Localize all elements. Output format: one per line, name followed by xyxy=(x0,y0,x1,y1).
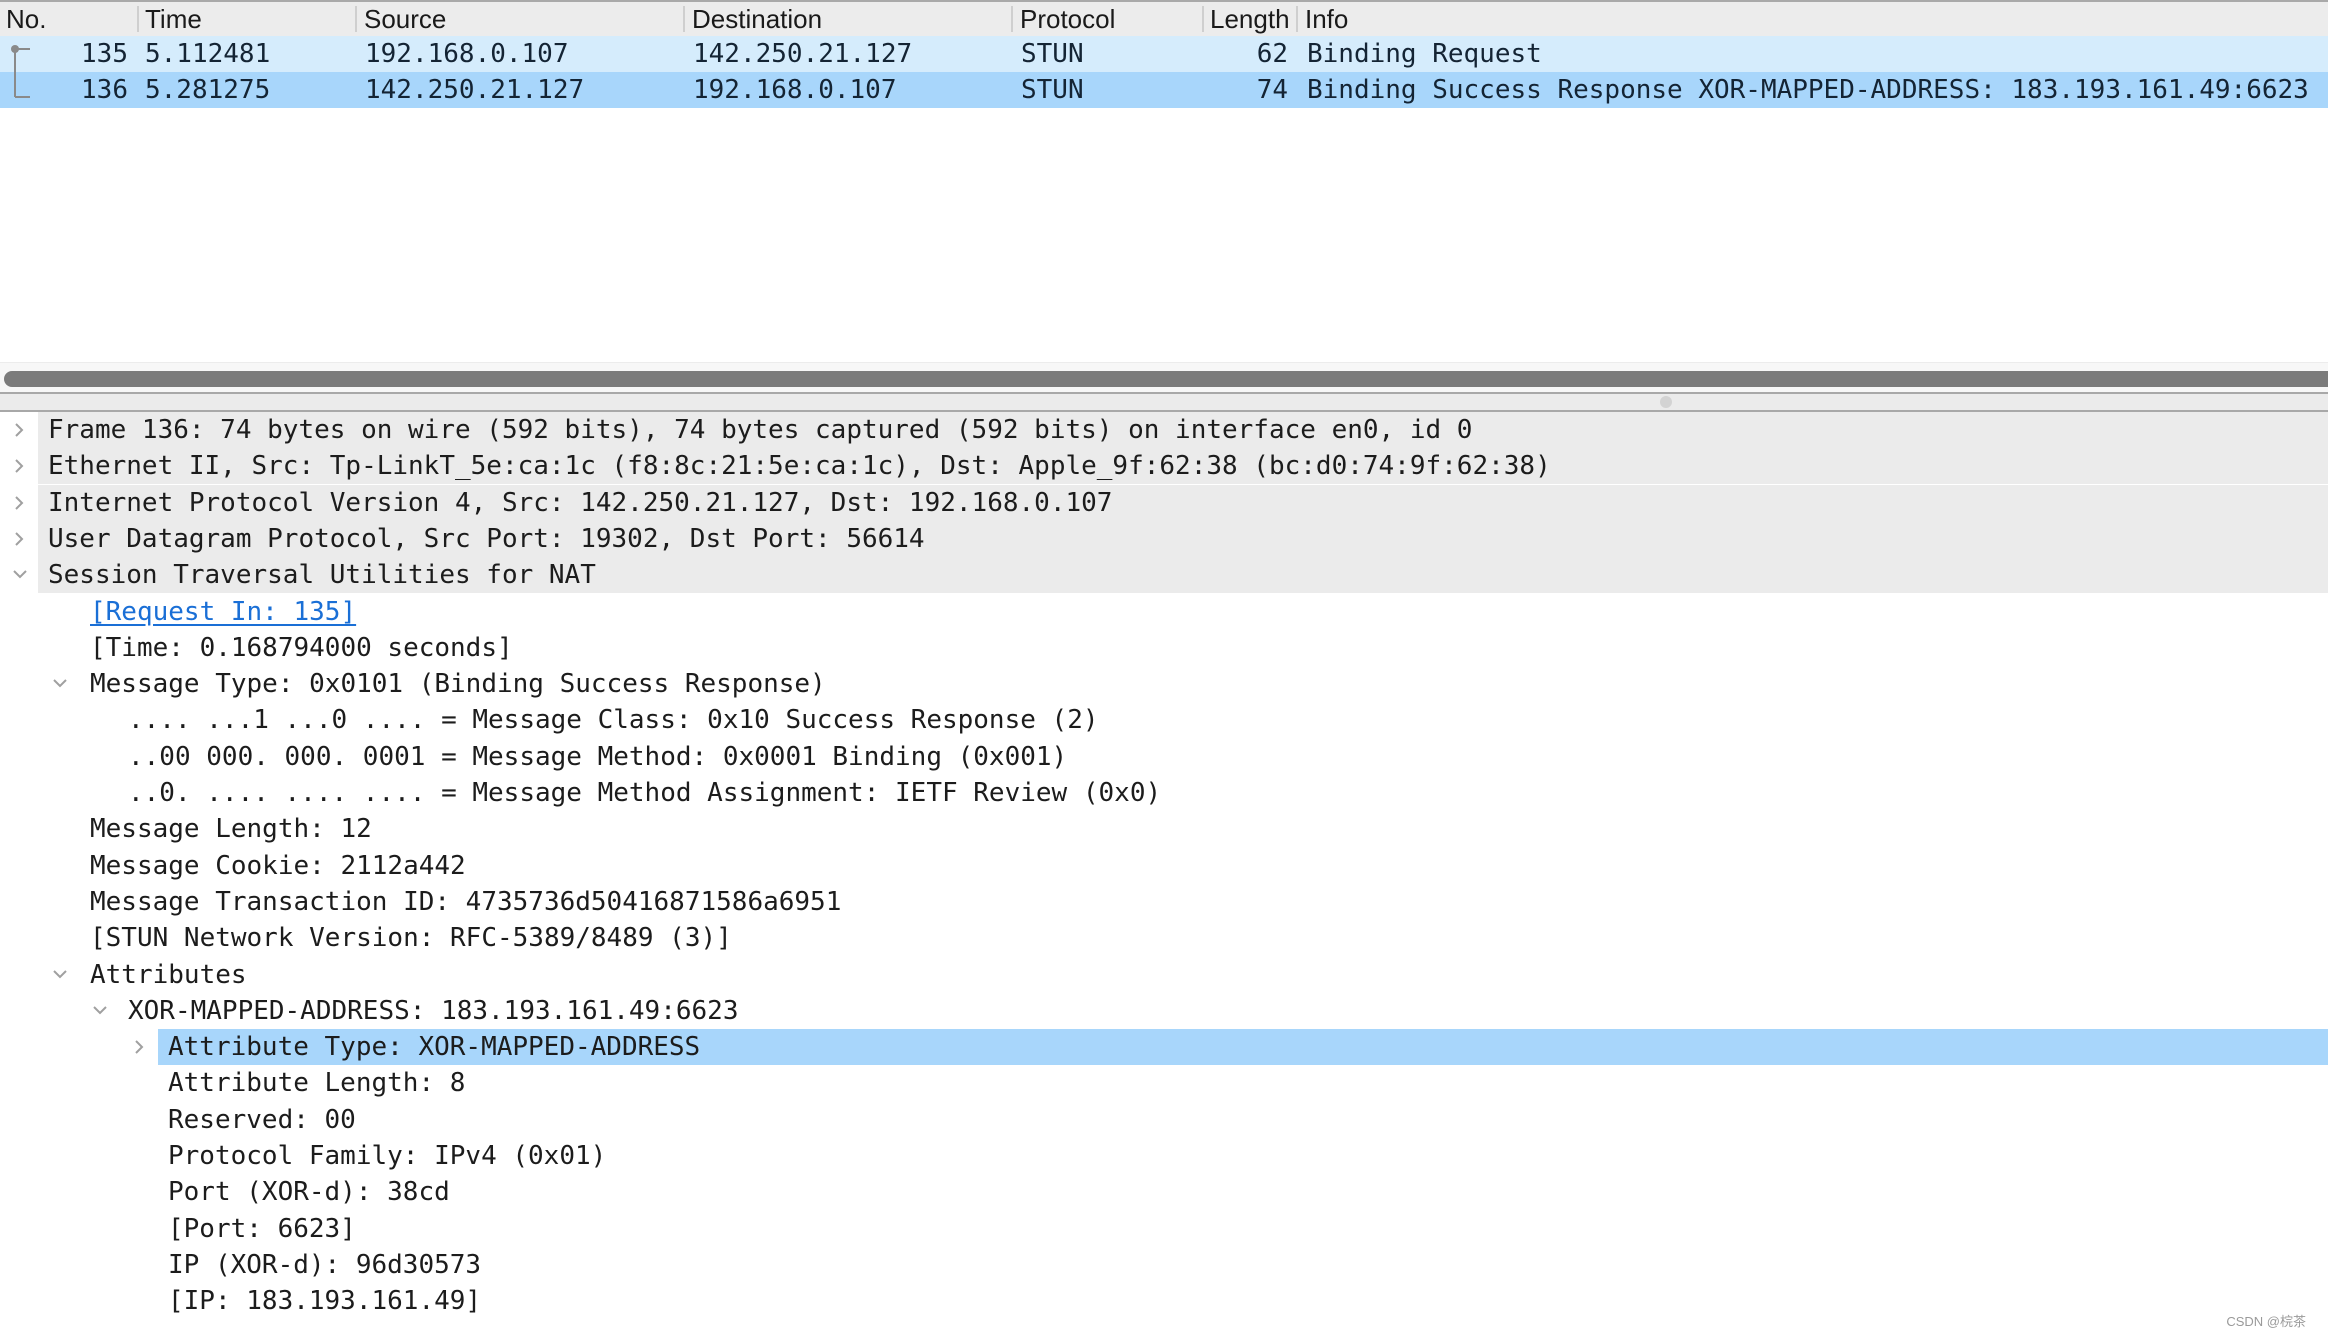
chevron-right-icon[interactable] xyxy=(128,1029,152,1065)
chevron-right-icon[interactable] xyxy=(8,448,32,484)
tree-item[interactable]: Internet Protocol Version 4, Src: 142.25… xyxy=(0,484,2328,521)
packet-time: 5.112481 xyxy=(145,39,271,69)
tree-item[interactable]: XOR-MAPPED-ADDRESS: 183.193.161.49:6623 xyxy=(0,993,2328,1029)
packet-info: Binding Success Response XOR-MAPPED-ADDR… xyxy=(1307,75,2309,105)
packet-length: 62 xyxy=(1256,39,1288,69)
tree-item[interactable]: [STUN Network Version: RFC-5389/8489 (3)… xyxy=(0,920,2328,956)
packet-row[interactable]: 135 5.112481 192.168.0.107 142.250.21.12… xyxy=(0,36,2328,72)
packet-length: 74 xyxy=(1256,75,1288,105)
tree-item[interactable]: Message Transaction ID: 4735736d50416871… xyxy=(0,884,2328,920)
tree-item-label: Message Transaction ID: 4735736d50416871… xyxy=(90,886,842,917)
packet-no: 136 xyxy=(81,75,128,105)
column-resize-handle[interactable] xyxy=(137,6,139,32)
tree-item[interactable]: [IP: 183.193.161.49] xyxy=(0,1283,2328,1319)
packet-row-selected[interactable]: 136 5.281275 142.250.21.127 192.168.0.10… xyxy=(0,72,2328,108)
column-header-destination[interactable]: Destination xyxy=(692,2,1007,36)
packet-info: Binding Request xyxy=(1307,39,1542,69)
tree-item-label: [Time: 0.168794000 seconds] xyxy=(90,632,513,663)
chevron-down-icon[interactable] xyxy=(48,666,72,702)
column-resize-handle[interactable] xyxy=(355,6,357,32)
tree-item[interactable]: Message Length: 12 xyxy=(0,811,2328,847)
tree-item-label: [IP: 183.193.161.49] xyxy=(168,1286,482,1317)
column-header-length[interactable]: Length xyxy=(1210,2,1292,36)
tree-item[interactable]: ..00 000. 000. 0001 = Message Method: 0x… xyxy=(0,739,2328,775)
tree-item-label: Message Type: 0x0101 (Binding Success Re… xyxy=(90,669,826,700)
packet-destination: 142.250.21.127 xyxy=(693,39,913,69)
tree-item-label: Ethernet II, Src: Tp-LinkT_5e:ca:1c (f8:… xyxy=(48,451,1551,482)
tree-item-label: Session Traversal Utilities for NAT xyxy=(48,560,596,591)
tree-item-label: XOR-MAPPED-ADDRESS: 183.193.161.49:6623 xyxy=(128,995,739,1026)
tree-item-label: [STUN Network Version: RFC-5389/8489 (3)… xyxy=(90,923,732,954)
tree-item[interactable]: Port (XOR-d): 38cd xyxy=(0,1174,2328,1210)
packet-source: 192.168.0.107 xyxy=(365,39,569,69)
request-in-link[interactable]: [Request In: 135] xyxy=(90,594,356,630)
tree-item-label: Attribute Length: 8 xyxy=(168,1068,466,1099)
tree-item-label: ..0. .... .... .... = Message Method Ass… xyxy=(128,778,1162,808)
watermark: CSDN @梡茶 xyxy=(2226,1314,2306,1329)
packet-details-pane: Frame 136: 74 bytes on wire (592 bits), … xyxy=(0,412,2328,1338)
tree-item[interactable]: [Port: 6623] xyxy=(0,1211,2328,1247)
tree-item-label: Reserved: 00 xyxy=(168,1104,356,1135)
chevron-down-icon[interactable] xyxy=(8,557,32,593)
tree-item[interactable]: Session Traversal Utilities for NAT xyxy=(0,557,2328,594)
tree-item-label: Attributes xyxy=(90,959,247,990)
tree-item-label: IP (XOR-d): 96d30573 xyxy=(168,1249,482,1280)
tree-item[interactable]: Reserved: 00 xyxy=(0,1102,2328,1138)
chevron-right-icon[interactable] xyxy=(8,412,32,448)
tree-item[interactable]: .... ...1 ...0 .... = Message Class: 0x1… xyxy=(0,702,2328,738)
request-link-icon xyxy=(8,36,38,72)
column-header-no[interactable]: No. xyxy=(6,2,134,36)
packet-destination: 192.168.0.107 xyxy=(693,75,897,105)
column-header-time[interactable]: Time xyxy=(145,2,350,36)
tree-item[interactable]: Ethernet II, Src: Tp-LinkT_5e:ca:1c (f8:… xyxy=(0,448,2328,485)
packet-protocol: STUN xyxy=(1021,75,1084,105)
chevron-right-icon[interactable] xyxy=(8,521,32,557)
packet-no: 135 xyxy=(81,39,128,69)
column-resize-handle[interactable] xyxy=(1296,6,1298,32)
pane-splitter[interactable] xyxy=(0,392,2328,412)
chevron-down-icon[interactable] xyxy=(88,993,112,1029)
tree-item[interactable]: Attribute Length: 8 xyxy=(0,1065,2328,1101)
tree-item-label: Message Length: 12 xyxy=(90,814,372,845)
packet-list-header: No. Time Source Destination Protocol Len… xyxy=(0,0,2328,36)
tree-item[interactable]: Attributes xyxy=(0,957,2328,993)
column-header-protocol[interactable]: Protocol xyxy=(1020,2,1198,36)
chevron-down-icon[interactable] xyxy=(48,957,72,993)
tree-item-label: [Port: 6623] xyxy=(168,1213,356,1244)
tree-item-label: Port (XOR-d): 38cd xyxy=(168,1177,450,1208)
tree-item-label: Frame 136: 74 bytes on wire (592 bits), … xyxy=(48,415,1473,445)
packet-source: 142.250.21.127 xyxy=(365,75,585,105)
chevron-right-icon[interactable] xyxy=(8,485,32,521)
horizontal-scrollbar[interactable] xyxy=(0,362,2328,392)
column-resize-handle[interactable] xyxy=(1202,6,1204,32)
tree-item-label: User Datagram Protocol, Src Port: 19302,… xyxy=(48,523,925,554)
column-resize-handle[interactable] xyxy=(1011,6,1013,32)
tree-item[interactable]: ..0. .... .... .... = Message Method Ass… xyxy=(0,775,2328,811)
column-header-info[interactable]: Info xyxy=(1305,2,1705,36)
tree-item[interactable]: IP (XOR-d): 96d30573 xyxy=(0,1247,2328,1283)
packet-time: 5.281275 xyxy=(145,75,271,105)
tree-item-label: Message Cookie: 2112a442 xyxy=(90,850,466,881)
tree-item-label: Protocol Family: IPv4 (0x01) xyxy=(168,1141,607,1171)
column-resize-handle[interactable] xyxy=(683,6,685,32)
tree-item[interactable]: Protocol Family: IPv4 (0x01) xyxy=(0,1138,2328,1174)
tree-item[interactable]: Message Type: 0x0101 (Binding Success Re… xyxy=(0,666,2328,702)
packet-list-pane: No. Time Source Destination Protocol Len… xyxy=(0,0,2328,362)
tree-item[interactable]: Message Cookie: 2112a442 xyxy=(0,848,2328,884)
column-header-source[interactable]: Source xyxy=(364,2,679,36)
tree-item-label: .... ...1 ...0 .... = Message Class: 0x1… xyxy=(128,705,1099,736)
splitter-handle-icon[interactable] xyxy=(1660,396,1672,408)
tree-item[interactable]: User Datagram Protocol, Src Port: 19302,… xyxy=(0,520,2328,557)
tree-item-label: Attribute Type: XOR-MAPPED-ADDRESS xyxy=(168,1032,701,1063)
tree-item-label: Internet Protocol Version 4, Src: 142.25… xyxy=(48,487,1113,518)
tree-item[interactable]: Frame 136: 74 bytes on wire (592 bits), … xyxy=(0,412,2328,448)
tree-item[interactable]: [Request In: 135] xyxy=(0,594,2328,630)
tree-item-selected[interactable]: Attribute Type: XOR-MAPPED-ADDRESS xyxy=(0,1029,2328,1066)
scrollbar-thumb[interactable] xyxy=(4,371,2328,387)
tree-item-label: ..00 000. 000. 0001 = Message Method: 0x… xyxy=(128,741,1068,772)
response-link-icon xyxy=(8,72,38,108)
tree-item[interactable]: [Time: 0.168794000 seconds] xyxy=(0,630,2328,666)
packet-protocol: STUN xyxy=(1021,39,1084,69)
